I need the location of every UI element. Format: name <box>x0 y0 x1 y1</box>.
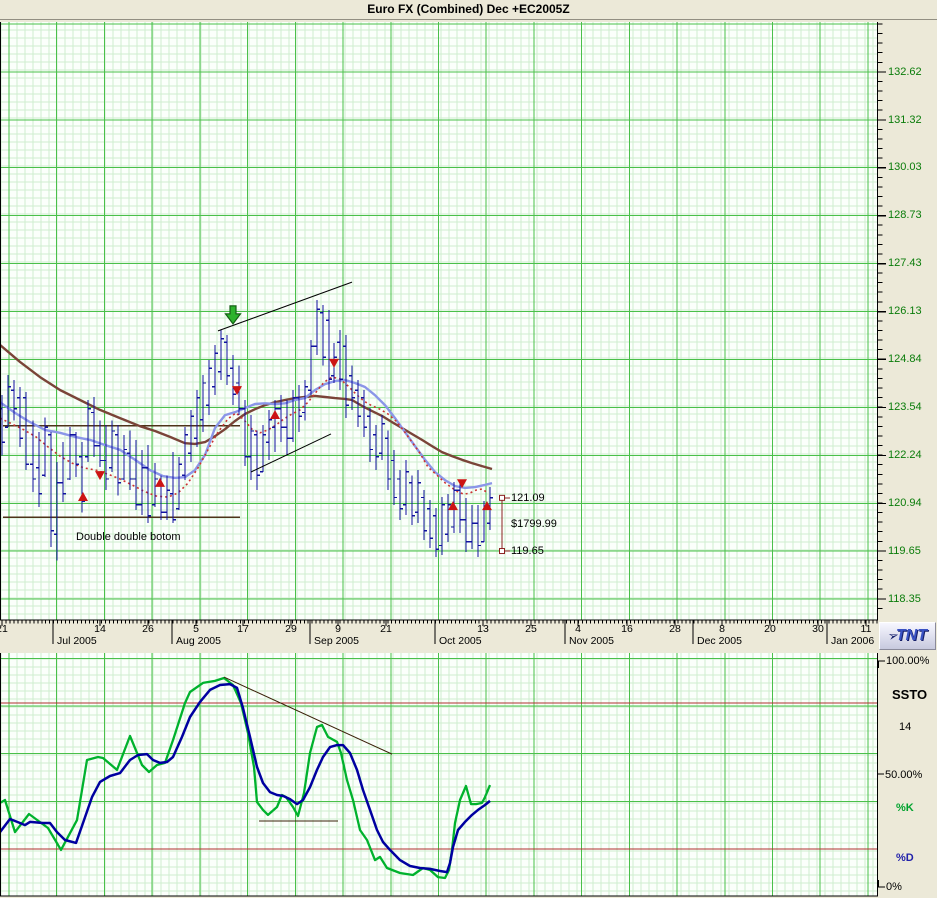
date-day-label: 11 <box>860 623 872 635</box>
pattern-annotation-text[interactable]: Double double botom <box>76 531 181 543</box>
date-month-label: Jul 2005 <box>57 635 97 647</box>
tnt-logo[interactable]: ➢ TNT <box>879 622 936 650</box>
date-day-label: 4 <box>575 623 581 635</box>
date-month-label: Aug 2005 <box>176 635 221 647</box>
date-month-label: Oct 2005 <box>439 635 482 647</box>
price-tick-label: 123.54 <box>888 400 922 413</box>
price-tick-label: 118.35 <box>888 592 921 605</box>
date-day-label: 9 <box>335 623 341 635</box>
measure-value-label: $1799.99 <box>511 518 557 530</box>
price-tick-label: 130.03 <box>888 161 922 174</box>
price-tick-label: 122.24 <box>888 448 922 461</box>
stoch-0-label: 0% <box>886 881 902 893</box>
price-tick-label: 128.73 <box>888 209 922 222</box>
price-axis-ticks <box>878 23 886 609</box>
date-month-label: Jan 2006 <box>831 635 875 647</box>
date-month-label: Dec 2005 <box>697 635 742 647</box>
date-day-label: 30 <box>812 623 824 635</box>
measure-bottom-label: 119.65 <box>511 545 544 557</box>
price-tick-label: 124.84 <box>888 352 922 365</box>
date-day-label: 28 <box>669 623 681 635</box>
price-tick-label: 132.62 <box>888 65 922 78</box>
price-tick-label: 131.32 <box>888 113 922 126</box>
price-tick-label: 126.13 <box>888 305 922 318</box>
stoch-k-legend: %K <box>896 802 914 814</box>
measure-handle[interactable] <box>499 548 505 555</box>
price-tick-label: 120.94 <box>888 496 922 509</box>
date-month-label: Nov 2005 <box>569 635 614 647</box>
date-day-label: 8 <box>719 623 725 635</box>
measure-top-label: 121.09 <box>511 492 545 504</box>
date-day-label: 26 <box>142 623 154 635</box>
stoch-axis-ticks <box>877 660 885 888</box>
indicator-period-label: 14 <box>899 721 912 733</box>
price-tick-label: 127.43 <box>888 257 922 270</box>
date-day-label: 13 <box>477 623 489 635</box>
date-day-label: 21 <box>380 623 392 635</box>
price-tick-label: 119.65 <box>888 544 921 557</box>
stoch-100-label: 100.00% <box>886 655 930 667</box>
stoch-d-legend: %D <box>896 852 914 864</box>
date-day-label: 14 <box>94 623 106 635</box>
measure-handle[interactable] <box>499 494 505 501</box>
date-day-label: 5 <box>193 623 199 635</box>
date-day-label: 29 <box>285 623 297 635</box>
stoch-50-label: 50.00% <box>885 769 923 781</box>
date-day-label: 21 <box>0 623 8 635</box>
indicator-name-label[interactable]: SSTO <box>892 687 927 702</box>
date-day-label: 25 <box>525 623 537 635</box>
trading-app-window: { "window": { "title": "Euro FX (Combine… <box>0 0 937 898</box>
date-day-label: 20 <box>764 623 776 635</box>
date-day-label: 17 <box>237 623 249 635</box>
date-month-label: Sep 2005 <box>314 635 359 647</box>
date-day-label: 16 <box>621 623 633 635</box>
chart-canvas[interactable] <box>0 0 937 898</box>
